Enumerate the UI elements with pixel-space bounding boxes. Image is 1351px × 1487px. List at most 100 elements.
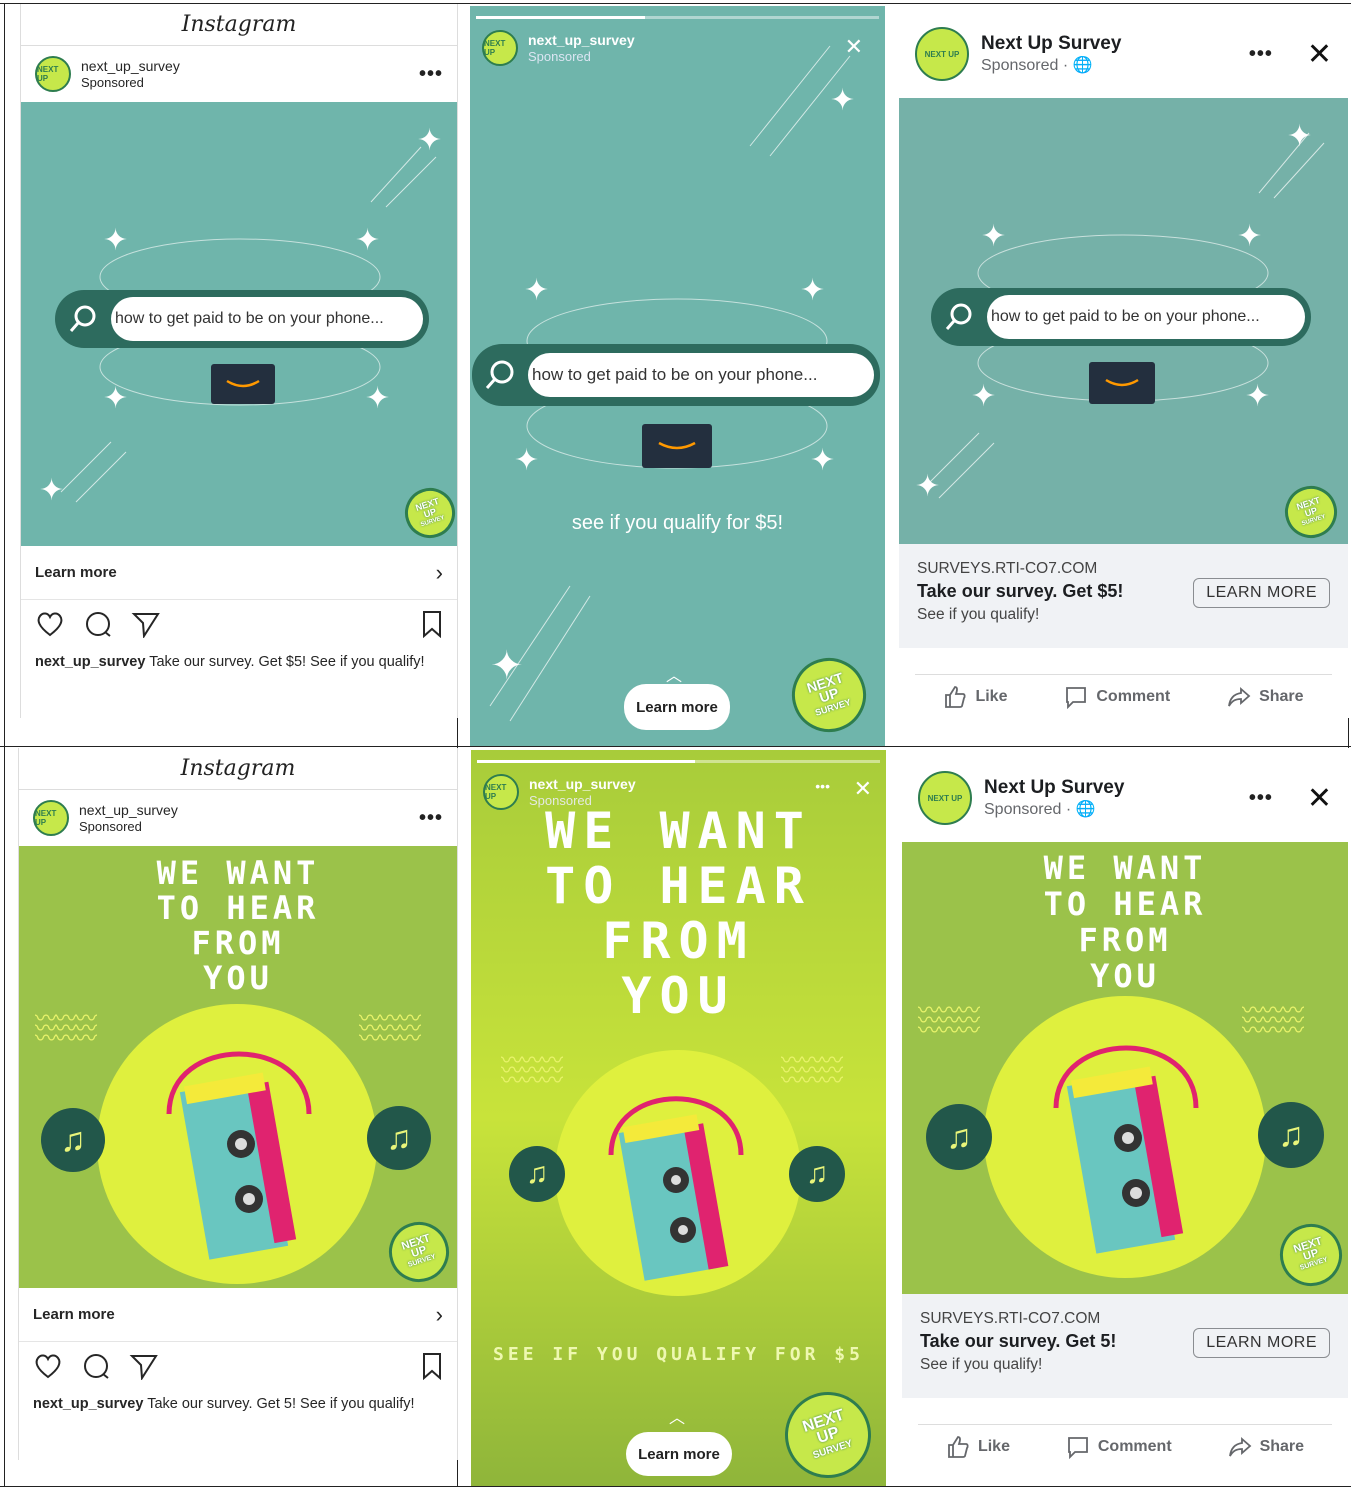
cassette-player-illustration (608, 1096, 744, 1281)
comment-button[interactable]: Comment (1066, 1435, 1172, 1459)
story-progress-bar (477, 760, 880, 763)
more-options-icon[interactable]: ••• (1249, 43, 1273, 66)
ad-image: ✦ ✦ ✦ ✦ ✦ ✦ how to get paid to be on you… (899, 98, 1348, 545)
sparkle-icon: ✦ (103, 224, 129, 257)
more-options-icon[interactable]: ••• (815, 778, 830, 794)
learn-more-button[interactable]: LEARN MORE (1193, 1328, 1330, 1358)
app-title: Instagram (21, 4, 457, 46)
avatar[interactable]: NEXT UP (33, 800, 69, 836)
more-options-icon[interactable]: ••• (419, 63, 443, 86)
divider (457, 718, 458, 748)
headline: WE WANT TO HEAR FROM YOU (1043, 849, 1207, 995)
globe-icon: 🌐 (1072, 57, 1093, 74)
music-note-icon: ♫ (789, 1146, 845, 1202)
amazon-gift-card (1089, 362, 1155, 404)
sponsored-label: Sponsored (81, 74, 144, 90)
learn-more-button[interactable]: Learn more (626, 1432, 732, 1476)
sponsored-label: Sponsored · 🌐 (984, 801, 1096, 818)
post-actions (19, 1342, 457, 1394)
link-description: See if you qualify! (917, 606, 1040, 623)
learn-more-row[interactable]: Learn more › (19, 1288, 457, 1342)
search-bar-graphic: how to get paid to be on your phone... (472, 344, 880, 406)
qualify-text: SEE IF YOU QUALIFY FOR $5 (493, 1344, 864, 1365)
chevron-up-icon: ︿ (669, 1410, 686, 1427)
wave-decoration: 〰〰〰 〰〰〰 〰〰〰 (781, 1048, 843, 1093)
sparkle-icon: ✦ (1237, 220, 1263, 253)
share-icon (1228, 1436, 1251, 1456)
music-note-icon: ♫ (367, 1106, 431, 1170)
avatar[interactable]: NEXT UP (918, 771, 972, 825)
music-note-icon: ♫ (509, 1146, 565, 1202)
username[interactable]: next_up_survey (529, 776, 636, 793)
link-description: See if you qualify! (920, 1356, 1043, 1373)
globe-icon: 🌐 (1075, 801, 1096, 818)
sparkle-icon: ✦ (39, 474, 65, 507)
comment-button[interactable]: Comment (1064, 685, 1170, 709)
instagram-story-teal: NEXT UP next_up_survey Sponsored ✕ ✦ ✦ ✦… (470, 6, 885, 746)
comment-icon[interactable] (81, 1352, 111, 1385)
cassette-player-illustration (1053, 1045, 1199, 1254)
close-icon[interactable]: ✕ (1307, 37, 1332, 72)
sparkle-icon: ✦ (355, 224, 381, 257)
page-name[interactable]: Next Up Survey (984, 777, 1124, 799)
qualify-text: see if you qualify for $5! (571, 512, 784, 534)
search-icon (55, 290, 111, 348)
music-note-icon: ♫ (1258, 1102, 1324, 1168)
learn-more-label: Learn more (35, 564, 117, 581)
ad-image: WE WANT TO HEAR FROM YOU 〰〰〰 〰〰〰 〰〰〰 〰〰〰 〰〰〰 〰〰… (902, 842, 1348, 1295)
divider (457, 1460, 458, 1487)
send-icon[interactable] (129, 1352, 159, 1385)
bookmark-icon[interactable] (421, 610, 443, 643)
wave-decoration: 〰〰〰 〰〰〰 〰〰〰 (1242, 998, 1304, 1043)
thumbs-up-icon (948, 1435, 969, 1458)
heart-icon[interactable] (35, 610, 65, 643)
chevron-up-icon: ︿ (666, 668, 683, 685)
learn-more-label: Learn more (33, 1306, 115, 1323)
learn-more-row[interactable]: Learn more › (21, 546, 457, 600)
close-icon[interactable]: ✕ (854, 776, 872, 802)
like-button[interactable]: Like (946, 1435, 1010, 1459)
comment-icon (1067, 1436, 1088, 1459)
sparkle-icon: ✦ (971, 380, 997, 413)
username[interactable]: next_up_survey (81, 58, 180, 75)
avatar[interactable]: NEXT UP (915, 27, 969, 81)
facebook-post-green: NEXT UP Next Up Survey Sponsored · 🌐 •••… (902, 754, 1348, 1474)
heart-icon[interactable] (33, 1352, 63, 1385)
avatar[interactable]: NEXT UP (35, 56, 71, 92)
learn-more-button[interactable]: Learn more (624, 684, 730, 730)
close-icon[interactable]: ✕ (1307, 781, 1332, 816)
comment-icon[interactable] (83, 610, 113, 643)
send-icon[interactable] (131, 610, 161, 643)
sparkle-icon: ✦ (514, 444, 540, 477)
page-name[interactable]: Next Up Survey (981, 33, 1121, 55)
search-bar-graphic: how to get paid to be on your phone... (55, 290, 429, 348)
learn-more-button[interactable]: LEARN MORE (1193, 578, 1330, 608)
search-icon (472, 346, 528, 404)
username[interactable]: next_up_survey (79, 802, 178, 819)
search-icon (931, 288, 987, 346)
more-options-icon[interactable]: ••• (1249, 787, 1273, 810)
share-button[interactable]: Share (1228, 1435, 1304, 1459)
wave-decoration: 〰〰〰 〰〰〰 〰〰〰 (501, 1048, 563, 1093)
share-icon (1228, 686, 1251, 706)
link-preview[interactable]: SURVEYS.RTI-CO7.COM Take our survey. Get… (902, 1294, 1348, 1398)
more-options-icon[interactable]: ••• (419, 807, 443, 830)
share-button[interactable]: Share (1227, 685, 1304, 709)
chevron-right-icon: › (435, 559, 443, 585)
link-preview[interactable]: SURVEYS.RTI-CO7.COM Take our survey. Get… (899, 544, 1348, 648)
post-caption: next_up_survey Take our survey. Get $5! … (35, 654, 425, 670)
wave-decoration: 〰〰〰 〰〰〰 〰〰〰 (918, 998, 980, 1043)
amazon-gift-card (211, 364, 275, 404)
like-button[interactable]: Like (943, 685, 1007, 709)
sponsored-label: Sponsored (79, 818, 142, 834)
bookmark-icon[interactable] (421, 1352, 443, 1385)
sparkle-icon: ✦ (830, 84, 856, 117)
sponsored-label: Sponsored · 🌐 (981, 57, 1093, 74)
search-text: how to get paid to be on your phone... (987, 295, 1305, 339)
next-up-survey-badge: NEXT UP SURVEY (381, 1214, 457, 1290)
music-note-icon: ♫ (926, 1104, 992, 1170)
sparkle-icon: ✦ (1287, 120, 1313, 153)
instagram-story-green: NEXT UP next_up_survey Sponsored ••• ✕ W… (471, 750, 886, 1486)
facebook-post-teal: NEXT UP Next Up Survey Sponsored · 🌐 •••… (899, 10, 1348, 720)
divider (1348, 718, 1349, 748)
